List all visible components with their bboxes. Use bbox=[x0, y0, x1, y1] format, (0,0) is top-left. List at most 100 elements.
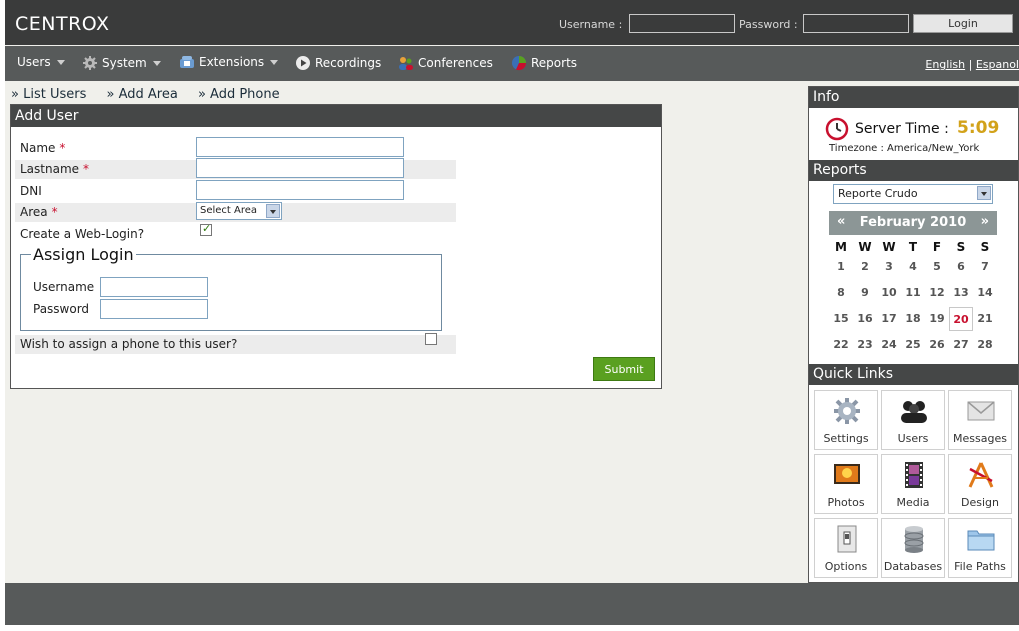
nav-item-users[interactable]: Users bbox=[17, 55, 65, 69]
gear-icon bbox=[83, 56, 97, 70]
login-username-input[interactable] bbox=[100, 277, 208, 297]
calendar-weekday: W bbox=[858, 240, 872, 254]
quick-link-photos[interactable]: Photos bbox=[814, 454, 878, 514]
calendar-day[interactable]: 23 bbox=[853, 333, 877, 357]
nav-item-label: Extensions bbox=[199, 55, 265, 69]
calendar-day[interactable]: 12 bbox=[925, 281, 949, 305]
play-icon bbox=[296, 56, 310, 70]
header-password-label: Password : bbox=[739, 18, 798, 31]
dni-label: DNI bbox=[20, 184, 42, 198]
calendar-day-today[interactable]: 20 bbox=[949, 307, 973, 331]
calendar-day[interactable]: 28 bbox=[973, 333, 997, 357]
name-label-text: Name bbox=[20, 141, 56, 155]
calendar-day[interactable]: 10 bbox=[877, 281, 901, 305]
quick-link-users[interactable]: Users bbox=[881, 390, 945, 450]
nav-item-label: Users bbox=[17, 55, 51, 69]
dni-input[interactable] bbox=[196, 180, 404, 200]
calendar-day[interactable]: 25 bbox=[901, 333, 925, 357]
nav-item-extensions[interactable]: Extensions bbox=[179, 55, 279, 69]
lastname-label-text: Lastname bbox=[20, 162, 80, 176]
quick-link-design[interactable]: Design bbox=[948, 454, 1012, 514]
required-mark: * bbox=[51, 205, 58, 219]
nav-item-system[interactable]: System bbox=[82, 55, 161, 71]
calendar-day[interactable]: 13 bbox=[949, 281, 973, 305]
calendar-day[interactable]: 19 bbox=[925, 307, 949, 331]
quick-link-options[interactable]: Options bbox=[814, 518, 878, 578]
calendar-weekday: S bbox=[956, 240, 966, 254]
lastname-input[interactable] bbox=[196, 158, 404, 178]
calendar-day[interactable]: 6 bbox=[949, 255, 973, 279]
assign-phone-checkbox[interactable] bbox=[425, 333, 437, 345]
quick-link-file-paths[interactable]: File Paths bbox=[948, 518, 1012, 578]
quick-links-title: Quick Links bbox=[809, 364, 1018, 385]
calendar-day[interactable]: 3 bbox=[877, 255, 901, 279]
pie-chart-icon bbox=[512, 56, 527, 71]
calendar-day[interactable]: 11 bbox=[901, 281, 925, 305]
calendar-weekday: F bbox=[932, 240, 942, 254]
calendar-day[interactable]: 14 bbox=[973, 281, 997, 305]
calendar-weekday: S bbox=[980, 240, 990, 254]
add-phone-link[interactable]: » Add Phone bbox=[198, 87, 280, 102]
calendar-day[interactable]: 4 bbox=[901, 255, 925, 279]
calendar-day[interactable]: 22 bbox=[829, 333, 853, 357]
quick-link-messages[interactable]: Messages bbox=[948, 390, 1012, 450]
logo: CENTROX bbox=[15, 13, 110, 35]
header-password-input[interactable] bbox=[803, 14, 909, 33]
calendar-weekday: T bbox=[908, 240, 918, 254]
header-username-input[interactable] bbox=[629, 14, 735, 33]
calendar-day[interactable]: 9 bbox=[853, 281, 877, 305]
login-button[interactable]: Login bbox=[913, 14, 1013, 33]
calendar-day[interactable]: 18 bbox=[901, 307, 925, 331]
lang-spanish-link[interactable]: Espanol bbox=[976, 58, 1019, 71]
web-login-checkbox[interactable] bbox=[200, 222, 212, 236]
nav-item-reports[interactable]: Reports bbox=[511, 55, 577, 71]
calendar-day[interactable]: 8 bbox=[829, 281, 853, 305]
calendar-day[interactable]: 24 bbox=[877, 333, 901, 357]
list-users-link[interactable]: » List Users bbox=[11, 87, 86, 102]
lang-english-link[interactable]: English bbox=[925, 58, 965, 71]
nav-item-label: Reports bbox=[531, 56, 578, 70]
folder-icon bbox=[967, 530, 995, 551]
calendar-next-button[interactable]: » bbox=[981, 214, 989, 229]
quick-link-media[interactable]: Media bbox=[881, 454, 945, 514]
assign-phone-label: Wish to assign a phone to this user? bbox=[20, 337, 238, 351]
calendar-day[interactable]: 21 bbox=[973, 307, 997, 331]
calendar-day[interactable]: 16 bbox=[853, 307, 877, 331]
quick-link-databases[interactable]: Databases bbox=[881, 518, 945, 578]
nav-item-recordings[interactable]: Recordings bbox=[295, 55, 381, 71]
calendar-day[interactable]: 7 bbox=[973, 255, 997, 279]
calendar-day[interactable]: 17 bbox=[877, 307, 901, 331]
calendar-day[interactable]: 15 bbox=[829, 307, 853, 331]
calendar-day[interactable]: 1 bbox=[829, 255, 853, 279]
design-icon bbox=[968, 462, 994, 488]
chevron-down-icon bbox=[270, 59, 279, 65]
required-mark: * bbox=[83, 162, 90, 176]
calendar-day[interactable]: 26 bbox=[925, 333, 949, 357]
header-bar: CENTROX Username : Password : Login bbox=[5, 0, 1019, 45]
main-nav: Users System Extensions Recordings Confe… bbox=[5, 46, 1019, 81]
nav-item-conferences[interactable]: Conferences bbox=[398, 55, 493, 71]
lastname-label: Lastname * bbox=[20, 162, 89, 176]
sidebar: Info Server Time : 5:09 Timezone : Ameri… bbox=[808, 86, 1019, 583]
report-select[interactable]: Reporte Crudo bbox=[833, 184, 993, 204]
calendar-day[interactable]: 27 bbox=[949, 333, 973, 357]
submit-button[interactable]: Submit bbox=[593, 357, 655, 381]
name-input[interactable] bbox=[196, 137, 404, 157]
login-password-input[interactable] bbox=[100, 299, 208, 319]
quick-link-label: Messages bbox=[953, 432, 1007, 445]
calendar-day[interactable]: 5 bbox=[925, 255, 949, 279]
envelope-icon bbox=[967, 401, 995, 421]
report-select-value: Reporte Crudo bbox=[838, 187, 918, 200]
film-icon bbox=[905, 462, 923, 488]
name-label: Name * bbox=[20, 141, 65, 155]
header-username-label: Username : bbox=[559, 18, 623, 31]
clock-icon bbox=[825, 117, 849, 141]
area-select[interactable]: Select Area bbox=[196, 202, 282, 220]
quick-link-settings[interactable]: Settings bbox=[814, 390, 878, 450]
area-label-text: Area bbox=[20, 205, 48, 219]
users-icon bbox=[901, 401, 927, 423]
add-area-link[interactable]: » Add Area bbox=[107, 87, 178, 102]
database-icon bbox=[904, 526, 924, 553]
calendar-day[interactable]: 2 bbox=[853, 255, 877, 279]
calendar-header: « February 2010 » bbox=[829, 211, 997, 235]
